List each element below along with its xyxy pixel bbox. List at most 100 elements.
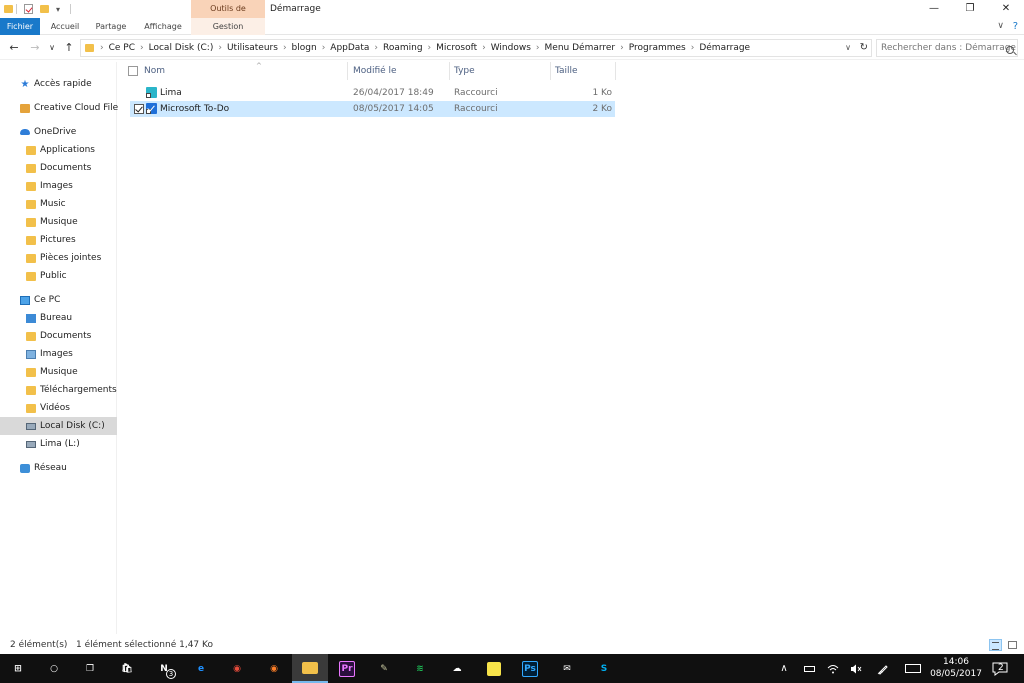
tab-affichage[interactable]: Affichage xyxy=(140,18,186,35)
search-input[interactable] xyxy=(876,39,1018,57)
clock[interactable]: 14:06 08/05/2017 xyxy=(925,656,987,680)
tray-chevron-icon[interactable]: ∧ xyxy=(776,654,792,683)
start-button[interactable]: ⊞ xyxy=(0,654,36,683)
photoshop-app[interactable]: Ps xyxy=(512,654,548,683)
breadcrumb-item[interactable]: Local Disk (C:) xyxy=(149,43,214,53)
breadcrumb-item[interactable]: Menu Démarrer xyxy=(545,43,616,53)
up-arrow-icon[interactable]: ↑ xyxy=(61,40,77,56)
nav-item-bureau[interactable]: Bureau xyxy=(0,309,117,327)
premiere-app[interactable]: Pr xyxy=(329,654,365,683)
nav-item-local-disk-c[interactable]: Local Disk (C:) xyxy=(0,417,117,435)
recent-locations-icon[interactable]: ∨ xyxy=(44,40,60,56)
battery-icon[interactable] xyxy=(800,654,818,683)
tab-accueil[interactable]: Accueil xyxy=(46,18,84,35)
nav-item-images[interactable]: Images xyxy=(0,177,117,195)
breadcrumb-item[interactable]: Programmes xyxy=(629,43,686,53)
sticky-notes-app[interactable]: ▢ xyxy=(476,654,512,683)
nav-item-reseau[interactable]: Réseau xyxy=(0,459,117,477)
nav-item-pieces-jointes[interactable]: Pièces jointes xyxy=(0,249,117,267)
skype-app[interactable]: S xyxy=(586,654,622,683)
quick-access-folder-icon[interactable] xyxy=(4,3,13,15)
breadcrumb-separator[interactable]: › xyxy=(218,43,222,53)
tab-gestion[interactable]: Gestion xyxy=(191,18,265,35)
refresh-icon[interactable]: ↻ xyxy=(860,40,868,56)
mail-app[interactable]: ✉ xyxy=(549,654,585,683)
breadcrumb-separator[interactable]: › xyxy=(620,43,624,53)
breadcrumb-separator[interactable]: › xyxy=(140,43,144,53)
breadcrumb-item[interactable]: AppData xyxy=(330,43,369,53)
nav-item-applications[interactable]: Applications xyxy=(0,141,117,159)
breadcrumb-item[interactable]: Windows xyxy=(491,43,531,53)
help-icon[interactable]: ? xyxy=(1013,18,1018,35)
nav-item-creative-cloud-files[interactable]: Creative Cloud Files xyxy=(0,99,123,117)
folder-icon xyxy=(26,253,36,263)
pen-icon[interactable] xyxy=(873,654,893,683)
breadcrumb-separator[interactable]: › xyxy=(536,43,540,53)
details-view-icon[interactable] xyxy=(989,639,1002,651)
breadcrumb-separator[interactable]: › xyxy=(482,43,486,53)
column-header-type[interactable]: Type xyxy=(450,62,551,80)
breadcrumb-separator[interactable]: › xyxy=(322,43,326,53)
nav-item-public[interactable]: Public xyxy=(0,267,117,285)
nav-item-documents[interactable]: Documents xyxy=(0,327,117,345)
breadcrumb-item[interactable]: Démarrage xyxy=(699,43,750,53)
large-icons-view-icon[interactable] xyxy=(1006,639,1019,651)
tab-fichier[interactable]: Fichier xyxy=(0,18,40,35)
row-checkbox[interactable] xyxy=(134,104,144,114)
nav-item-music[interactable]: Music xyxy=(0,195,117,213)
volume-muted-icon[interactable] xyxy=(847,654,865,683)
onenote-app[interactable]: N3 xyxy=(146,654,182,683)
brush-app[interactable]: ✎ xyxy=(366,654,402,683)
nav-item-lima-l[interactable]: Lima (L:) xyxy=(0,435,117,453)
column-header-modified[interactable]: Modifié le xyxy=(349,62,450,80)
wifi-icon[interactable] xyxy=(824,654,842,683)
table-row[interactable]: Microsoft To-Do 08/05/2017 14:05 Raccourci… xyxy=(130,101,615,117)
nav-item-videos[interactable]: Vidéos xyxy=(0,399,117,417)
tab-partage[interactable]: Partage xyxy=(92,18,130,35)
close-button[interactable]: ✕ xyxy=(988,0,1024,18)
nav-item-documents[interactable]: Documents xyxy=(0,159,117,177)
breadcrumb-separator[interactable]: › xyxy=(691,43,695,53)
nav-item-onedrive[interactable]: OneDrive xyxy=(0,123,117,141)
back-arrow-icon[interactable]: ← xyxy=(6,40,22,56)
quick-access-newfolder-icon[interactable] xyxy=(40,3,49,15)
restore-button[interactable]: ❐ xyxy=(952,0,988,18)
breadcrumb-item[interactable]: Utilisateurs xyxy=(227,43,278,53)
breadcrumb-item[interactable]: blogn xyxy=(292,43,317,53)
column-header-name[interactable]: Nom ^ xyxy=(140,62,348,80)
nav-item-images[interactable]: Images xyxy=(0,345,117,363)
address-dropdown-icon[interactable]: ∨ xyxy=(845,40,851,56)
nav-item-ce-pc[interactable]: Ce PC xyxy=(0,291,117,309)
breadcrumb-separator[interactable]: › xyxy=(283,43,287,53)
quick-access-properties-icon[interactable] xyxy=(24,3,33,15)
breadcrumb-item[interactable]: Ce PC xyxy=(109,43,135,53)
breadcrumb-item[interactable]: Microsoft xyxy=(436,43,477,53)
spotify-app[interactable]: ≋ xyxy=(402,654,438,683)
expand-ribbon-icon[interactable]: ∨ xyxy=(997,18,1004,35)
cloud-app[interactable]: ☁ xyxy=(439,654,475,683)
edge-app[interactable]: e xyxy=(183,654,219,683)
notification-center-icon[interactable]: 2 xyxy=(990,659,1010,679)
nav-item-telechargements[interactable]: Téléchargements xyxy=(0,381,117,399)
cortana-button[interactable]: ○ xyxy=(36,654,72,683)
chrome-app[interactable]: ◉ xyxy=(219,654,255,683)
minimize-button[interactable]: — xyxy=(916,0,952,18)
forward-arrow-icon[interactable]: → xyxy=(27,40,43,56)
store-app[interactable]: 🛍 xyxy=(109,654,145,683)
quick-access-customize-icon[interactable]: ▾ xyxy=(56,3,60,15)
table-row[interactable]: Lima 26/04/2017 18:49 Raccourci 1 Ko xyxy=(130,85,615,101)
firefox-app[interactable]: ◉ xyxy=(256,654,292,683)
breadcrumb-separator[interactable]: › xyxy=(428,43,432,53)
nav-item-musique[interactable]: Musique xyxy=(0,363,117,381)
nav-item-musique[interactable]: Musique xyxy=(0,213,117,231)
nav-item-pictures[interactable]: Pictures xyxy=(0,231,117,249)
breadcrumb-item[interactable]: Roaming xyxy=(383,43,423,53)
breadcrumb-separator[interactable]: › xyxy=(374,43,378,53)
select-all-checkbox[interactable] xyxy=(128,66,138,76)
address-bar[interactable]: › Ce PC › Local Disk (C:) › Utilisateurs › blo… xyxy=(80,39,872,57)
file-explorer-app[interactable]: ▭ xyxy=(292,654,328,683)
nav-item-acces-rapide[interactable]: ★ Accès rapide xyxy=(0,75,117,93)
task-view-button[interactable]: ❐ xyxy=(72,654,108,683)
keyboard-icon[interactable] xyxy=(902,654,924,683)
column-header-size[interactable]: Taille xyxy=(551,62,616,80)
